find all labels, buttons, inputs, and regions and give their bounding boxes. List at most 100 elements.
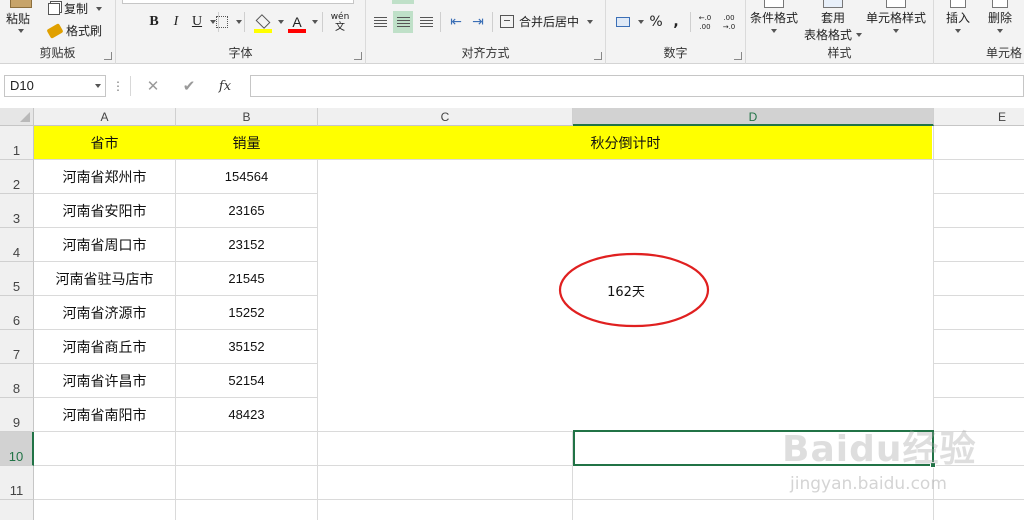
row-header-7[interactable]: 7 [0,330,34,364]
comma-style-button[interactable]: , [668,11,684,33]
watermark: Baidu经验 jingyan.baidu.com [782,420,1022,510]
name-box-value: D10 [10,78,34,93]
font-group-label: 字体 [228,46,253,60]
row-header-10[interactable]: 10 [0,432,34,466]
format-painter-button[interactable]: 格式刷 [46,22,102,39]
bold-button[interactable]: B [144,11,164,33]
cell-b8[interactable]: 52154 [176,364,317,397]
cell-b4[interactable]: 23152 [176,228,317,261]
select-all-button[interactable] [0,108,34,126]
chevron-down-icon [96,6,103,11]
cell-a1[interactable]: 省市 [34,126,175,159]
cell-a4[interactable]: 河南省周口市 [34,228,175,261]
copy-icon [48,2,60,15]
row-header-6[interactable]: 6 [0,296,34,330]
merge-center-button[interactable]: 合并后居中 [500,13,594,30]
accounting-format-button[interactable] [612,11,634,33]
cell-a8[interactable]: 河南省许昌市 [34,364,175,397]
cell-a3[interactable]: 河南省安阳市 [34,194,175,227]
italic-button[interactable]: I [166,11,186,33]
fill-color-button[interactable] [252,11,274,33]
increase-decimal-button[interactable]: ←.0 .00 [694,11,716,33]
row-header-4[interactable]: 4 [0,228,34,262]
more-options-icon[interactable]: ⋮ [112,79,124,93]
dialog-launcher-icon[interactable] [354,52,362,60]
percent-button[interactable]: % [646,11,666,33]
row-header-11[interactable]: 11 [0,466,34,500]
cell-a2[interactable]: 河南省郑州市 [34,160,175,193]
chevron-down-icon [771,29,777,33]
chevron-down-icon[interactable] [236,20,242,24]
conditional-format-icon [764,0,784,8]
ribbon: 粘贴 复制 格式刷 剪贴板 B I U A wén 文 字体 ⇤ ⇥ 合并后居中… [0,0,1024,64]
cell-b9[interactable]: 48423 [176,398,317,431]
enter-icon[interactable]: ✔ [171,77,207,95]
table-format-icon [823,0,843,8]
conditional-format-button[interactable]: 条件格式 [750,0,798,33]
name-box[interactable]: D10 [4,75,106,97]
row-header-9[interactable]: 9 [0,398,34,432]
align-center-icon [396,17,410,28]
chevron-down-icon[interactable] [638,20,644,24]
column-header-a[interactable]: A [34,108,176,126]
align-right-icon [419,17,433,28]
underline-button[interactable]: U [188,11,206,33]
cell-c1-merged[interactable]: 秋分倒计时 [318,126,933,159]
borders-button[interactable] [210,11,234,33]
formula-bar: D10 ⋮ ✕ ✔ fx [0,70,1024,102]
cell-b6[interactable]: 15252 [176,296,317,329]
brush-icon [46,22,64,39]
font-name-box[interactable] [122,0,354,4]
alignment-group: ⇤ ⇥ 合并后居中 对齐方式 [366,0,606,64]
cell-a5[interactable]: 河南省驻马店市 [34,262,175,295]
column-header-b[interactable]: B [176,108,318,126]
increase-indent-button[interactable]: ⇥ [468,11,488,33]
copy-button[interactable]: 复制 [48,0,103,17]
row-header-5[interactable]: 5 [0,262,34,296]
decrease-indent-button[interactable]: ⇤ [446,11,466,33]
align-center-button[interactable] [393,11,413,33]
cell-a9[interactable]: 河南省南阳市 [34,398,175,431]
cell-a6[interactable]: 河南省济源市 [34,296,175,329]
row-header-12[interactable] [0,500,34,520]
chevron-down-icon [18,29,24,33]
row-header-2[interactable]: 2 [0,160,34,194]
column-header-d[interactable]: D [573,108,934,126]
phonetic-button[interactable]: wén 文 [328,12,352,34]
cell-styles-button[interactable]: 单元格样式 [866,0,926,33]
dialog-launcher-icon[interactable] [104,52,112,60]
chevron-down-icon[interactable] [95,84,101,88]
chevron-down-icon[interactable] [312,20,318,24]
chevron-down-icon[interactable] [278,20,284,24]
border-icon [216,16,228,28]
cancel-icon[interactable]: ✕ [135,77,171,95]
merge-cells-icon [500,15,514,28]
dialog-launcher-icon[interactable] [734,52,742,60]
font-color-icon: A [292,14,302,30]
row-header-8[interactable]: 8 [0,364,34,398]
dialog-launcher-icon[interactable] [594,52,602,60]
formula-input[interactable] [250,75,1024,97]
currency-icon [616,17,630,27]
chevron-down-icon [893,29,899,33]
paste-button[interactable]: 粘贴 [6,0,32,33]
insert-function-icon[interactable]: fx [207,79,243,94]
cell-a7[interactable]: 河南省商丘市 [34,330,175,363]
align-left-button[interactable] [370,11,390,33]
decrease-decimal-button[interactable]: .00 →.0 [718,11,740,33]
cell-b7[interactable]: 35152 [176,330,317,363]
format-as-table-button[interactable]: 套用 表格格式 [804,0,863,43]
column-header-c[interactable]: C [318,108,573,126]
insert-button[interactable]: 插入 [946,0,970,33]
row-header-3[interactable]: 3 [0,194,34,228]
row-header-1[interactable]: 1 [0,126,34,160]
cell-b3[interactable]: 23165 [176,194,317,227]
column-header-e[interactable]: E [934,108,1024,126]
delete-button[interactable]: 删除 [988,0,1012,33]
cell-b1[interactable]: 销量 [176,126,317,159]
align-right-button[interactable] [416,11,436,33]
cell-b5[interactable]: 21545 [176,262,317,295]
cell-b2[interactable]: 154564 [176,160,317,193]
font-color-button[interactable]: A [286,11,308,33]
number-group: % , ←.0 .00 .00 →.0 数字 [606,0,746,64]
